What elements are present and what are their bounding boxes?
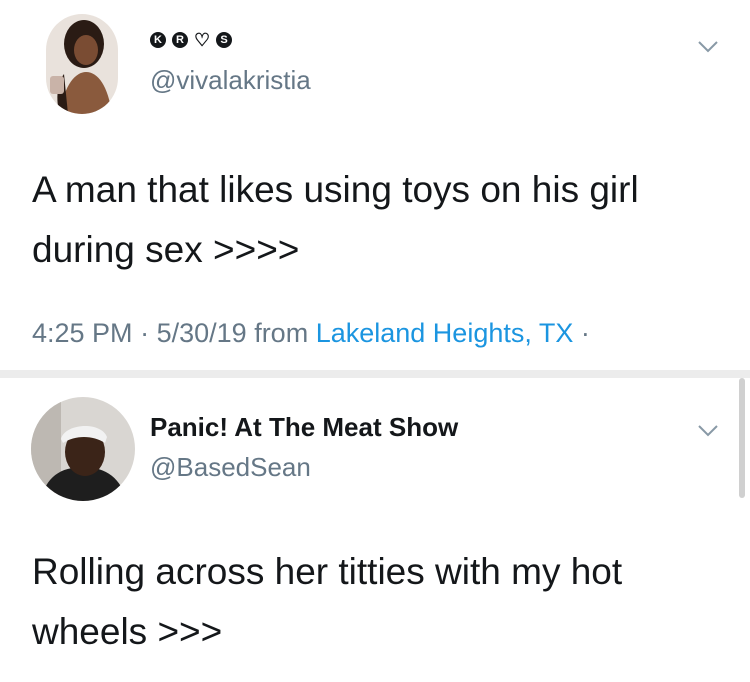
divider (0, 370, 750, 378)
trailing-dot: · (580, 318, 590, 348)
chevron-down-icon[interactable] (697, 424, 719, 438)
user-handle[interactable]: @vivalakristia (150, 65, 311, 96)
display-name[interactable]: Panic! At The Meat Show (150, 412, 458, 443)
badge-k: K (150, 32, 166, 48)
tweet-meta: 4:25 PM · 5/30/19 from Lakeland Heights,… (32, 318, 590, 349)
chevron-down-icon[interactable] (697, 40, 719, 54)
badge-r: R (172, 32, 188, 48)
user-handle[interactable]: @BasedSean (150, 452, 311, 483)
avatar[interactable] (31, 397, 135, 501)
tweet-original: K R ♡ S @vivalakristia A man that likes … (0, 0, 750, 372)
from-label: from (254, 318, 309, 348)
tweet-reply: Panic! At The Meat Show @BasedSean Rolli… (0, 378, 750, 682)
profile-badges: K R ♡ S (150, 30, 232, 50)
location-link[interactable]: Lakeland Heights, TX (316, 318, 574, 348)
meta-separator: · (140, 318, 157, 348)
tweet-text: A man that likes using toys on his girl … (32, 169, 639, 270)
tweet-time: 4:25 PM (32, 318, 133, 348)
avatar[interactable] (46, 14, 118, 114)
badge-s: S (216, 32, 232, 48)
heart-icon: ♡ (194, 30, 211, 50)
scrollbar[interactable] (739, 378, 745, 498)
tweet-text: Rolling across her titties with my hot w… (32, 551, 623, 652)
tweet-date: 5/30/19 (156, 318, 247, 348)
